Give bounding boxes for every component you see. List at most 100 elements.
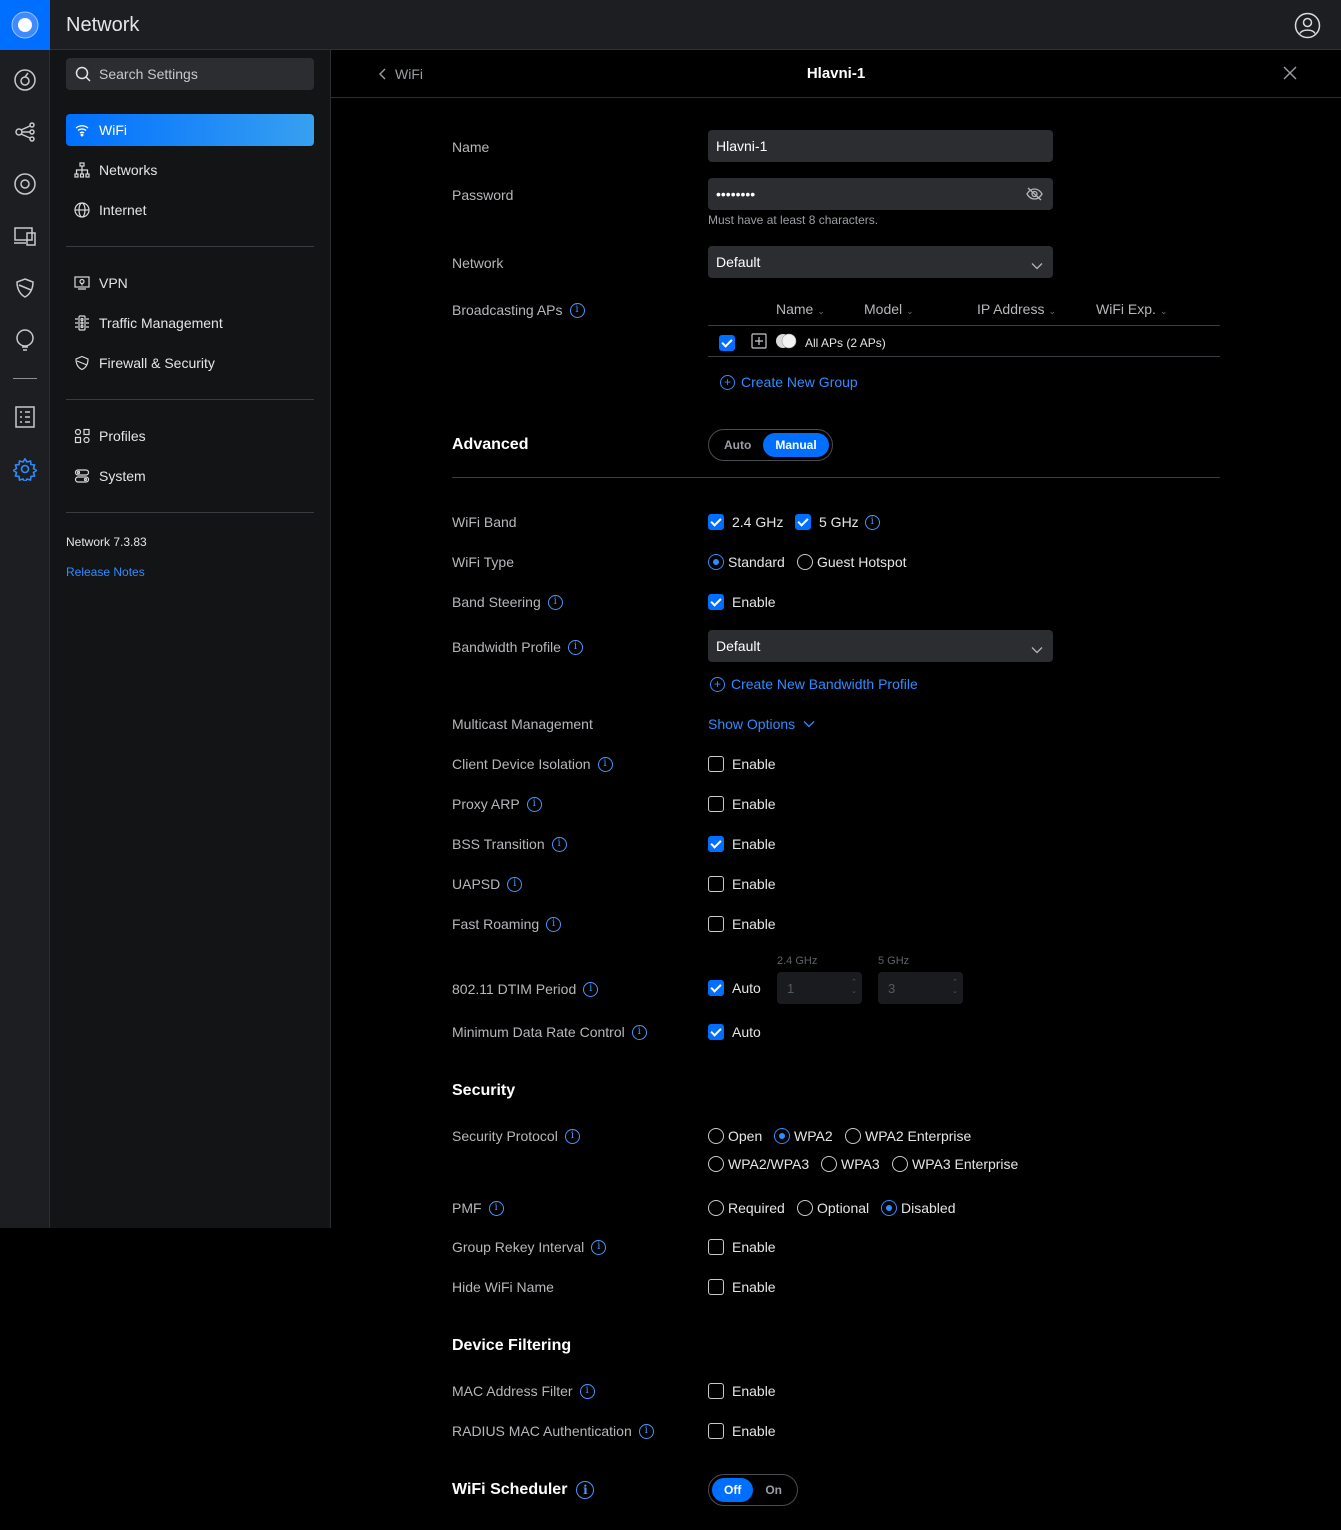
sidebar-item-system[interactable]: System <box>66 460 314 492</box>
sidebar-item-internet[interactable]: Internet <box>66 194 314 226</box>
sidebar-item-profiles[interactable]: Profiles <box>66 420 314 452</box>
info-icon[interactable]: i <box>526 796 542 812</box>
radio[interactable] <box>708 1200 724 1216</box>
wifi-scheduler-toggle[interactable]: Off On <box>708 1474 798 1506</box>
pmf-required-radio[interactable]: Required <box>708 1200 785 1216</box>
dtim-24-input[interactable]: 1 ⌃ ⌄ <box>777 972 862 1004</box>
column-header-model[interactable]: Model ⌄ <box>864 301 914 317</box>
checkbox[interactable] <box>708 1423 724 1439</box>
info-icon[interactable]: i <box>638 1423 654 1439</box>
mode-manual-option[interactable]: Manual <box>763 433 829 457</box>
band-24-checkbox[interactable]: 2.4 GHz <box>708 514 783 530</box>
info-icon[interactable]: i <box>597 756 613 772</box>
pmf-disabled-radio[interactable]: Disabled <box>881 1200 955 1216</box>
info-icon[interactable]: i <box>576 1481 595 1499</box>
column-header-wifi-exp[interactable]: WiFi Exp. ⌄ <box>1096 301 1167 317</box>
create-new-group-link[interactable]: + Create New Group <box>720 374 858 390</box>
checkbox[interactable] <box>708 916 724 932</box>
info-icon[interactable]: i <box>631 1024 647 1040</box>
name-input[interactable]: Hlavni-1 <box>708 130 1053 162</box>
devices-icon[interactable] <box>13 172 37 196</box>
info-icon[interactable]: i <box>546 916 562 932</box>
info-icon[interactable]: i <box>547 594 563 610</box>
protocol-wpa2-wpa3-radio[interactable]: WPA2/WPA3 <box>708 1156 809 1172</box>
checkbox[interactable] <box>708 1239 724 1255</box>
radio[interactable] <box>774 1128 790 1144</box>
user-account-icon[interactable] <box>1294 12 1321 44</box>
expand-plus-icon[interactable] <box>751 333 767 352</box>
client-isolation-checkbox[interactable]: Enable <box>708 756 776 772</box>
scheduler-on-option[interactable]: On <box>753 1478 794 1502</box>
sidebar-item-vpn[interactable]: VPN <box>66 267 314 299</box>
checkbox[interactable] <box>708 876 724 892</box>
settings-gear-icon[interactable] <box>13 457 37 481</box>
checkbox[interactable] <box>708 836 724 852</box>
mac-filter-checkbox[interactable]: Enable <box>708 1383 776 1399</box>
fast-roaming-checkbox[interactable]: Enable <box>708 916 776 932</box>
checkbox[interactable] <box>795 514 811 530</box>
checkbox[interactable] <box>708 514 724 530</box>
column-header-ip-address[interactable]: IP Address ⌄ <box>977 301 1056 317</box>
password-input[interactable]: •••••••• <box>708 178 1053 210</box>
radio[interactable] <box>845 1128 861 1144</box>
sidebar-item-firewall-security[interactable]: Firewall & Security <box>66 347 314 379</box>
wifi-type-standard-radio[interactable]: Standard <box>708 554 785 570</box>
dashboard-icon[interactable] <box>13 68 37 92</box>
min-rate-auto-checkbox[interactable]: Auto <box>708 1024 761 1040</box>
info-icon[interactable]: i <box>567 639 583 655</box>
radio[interactable] <box>797 1200 813 1216</box>
show-options-link[interactable]: Show Options <box>708 716 815 732</box>
checkbox[interactable] <box>708 1279 724 1295</box>
hide-wifi-name-checkbox[interactable]: Enable <box>708 1279 776 1295</box>
radio[interactable] <box>892 1156 908 1172</box>
checkbox[interactable] <box>708 756 724 772</box>
checkbox[interactable] <box>708 980 724 996</box>
advanced-mode-toggle[interactable]: Auto Manual <box>708 429 833 461</box>
band-5-checkbox[interactable]: 5 GHz i <box>795 514 880 530</box>
info-icon[interactable]: i <box>564 1128 580 1144</box>
radio[interactable] <box>708 1156 724 1172</box>
checkbox[interactable] <box>708 1383 724 1399</box>
uapsd-checkbox[interactable]: Enable <box>708 876 776 892</box>
checkbox[interactable] <box>708 594 724 610</box>
info-icon[interactable]: i <box>507 876 523 892</box>
sidebar-item-networks[interactable]: Networks <box>66 154 314 186</box>
stepper-arrows-icon[interactable]: ⌃ ⌄ <box>952 978 958 996</box>
stepper-arrows-icon[interactable]: ⌃ ⌄ <box>851 978 857 996</box>
column-header-name[interactable]: Name ⌄ <box>776 301 825 317</box>
logs-icon[interactable] <box>13 405 37 429</box>
close-icon[interactable] <box>1283 66 1297 85</box>
radio[interactable] <box>821 1156 837 1172</box>
info-icon[interactable]: i <box>591 1239 607 1255</box>
dtim-auto-checkbox[interactable]: Auto <box>708 980 761 996</box>
radio[interactable] <box>708 554 724 570</box>
search-input[interactable]: Search Settings <box>66 58 314 90</box>
info-icon[interactable]: i <box>569 302 585 318</box>
wifi-type-guest-radio[interactable]: Guest Hotspot <box>797 554 907 570</box>
protocol-wpa2-radio[interactable]: WPA2 <box>774 1128 833 1144</box>
proxy-arp-checkbox[interactable]: Enable <box>708 796 776 812</box>
checkbox[interactable] <box>708 796 724 812</box>
checkbox[interactable] <box>708 1024 724 1040</box>
eye-hidden-icon[interactable] <box>1026 186 1043 205</box>
protocol-wpa3-radio[interactable]: WPA3 <box>821 1156 880 1172</box>
group-rekey-checkbox[interactable]: Enable <box>708 1239 776 1255</box>
release-notes-link[interactable]: Release Notes <box>66 565 145 579</box>
bandwidth-profile-select[interactable]: Default <box>708 630 1053 662</box>
info-icon[interactable]: i <box>579 1383 595 1399</box>
protocol-open-radio[interactable]: Open <box>708 1128 762 1144</box>
info-icon[interactable]: i <box>583 981 599 997</box>
info-icon[interactable]: i <box>488 1200 504 1216</box>
create-bandwidth-profile-link[interactable]: + Create New Bandwidth Profile <box>710 676 918 692</box>
radio[interactable] <box>881 1200 897 1216</box>
table-row[interactable]: All APs (2 APs) <box>719 333 886 352</box>
ubiquiti-logo-icon[interactable] <box>0 0 50 50</box>
protocol-wpa2-enterprise-radio[interactable]: WPA2 Enterprise <box>845 1128 971 1144</box>
info-icon[interactable]: i <box>864 514 880 530</box>
info-icon[interactable]: i <box>551 836 567 852</box>
topology-icon[interactable] <box>13 120 37 144</box>
radio[interactable] <box>708 1128 724 1144</box>
radius-mac-checkbox[interactable]: Enable <box>708 1423 776 1439</box>
protocol-wpa3-enterprise-radio[interactable]: WPA3 Enterprise <box>892 1156 1018 1172</box>
client-devices-icon[interactable] <box>13 224 37 248</box>
